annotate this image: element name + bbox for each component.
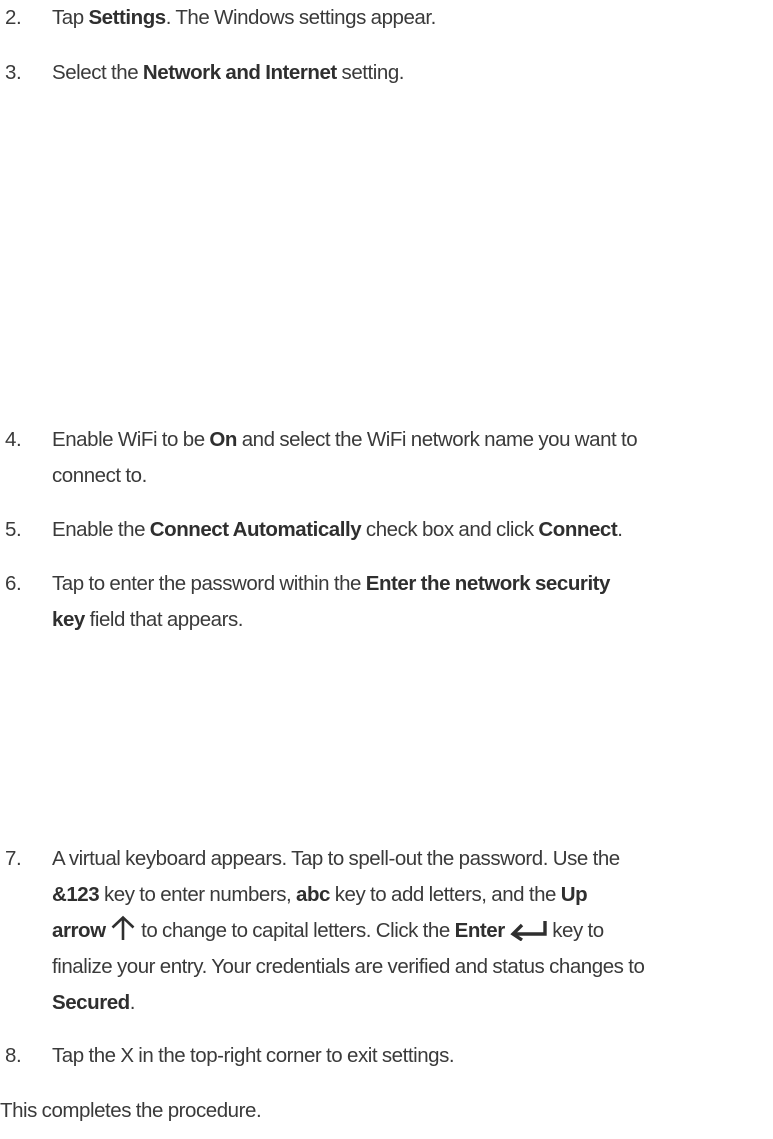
bold-term-up: Up — [560, 883, 588, 906]
bold-term-123: &123 — [52, 883, 100, 906]
step-number: 8. — [5, 1044, 22, 1067]
step-6: 6. Tap to enter the password within the … — [0, 566, 773, 638]
step-text: Tap Settings. The Windows settings appea… — [52, 0, 773, 36]
text-segment: Enable the — [52, 518, 150, 541]
up-arrow-icon — [110, 915, 136, 941]
step-8: 8. Tap the X in the top-right corner to … — [0, 1038, 773, 1074]
step-number: 6. — [5, 572, 22, 595]
bold-term-network-and-internet: Network and Internet — [142, 61, 337, 84]
text-segment: Tap — [52, 6, 89, 29]
text-line: arrow to change to capital letters. Clic… — [52, 913, 773, 949]
text-segment: to change to capital letters. Click the — [136, 919, 455, 942]
text-line: A virtual keyboard appears. Tap to spell… — [52, 847, 620, 870]
step-text: Select the Network and Internet setting. — [52, 55, 773, 91]
enter-key-icon — [509, 919, 548, 941]
step-7: 7. A virtual keyboard appears. Tap to sp… — [0, 841, 773, 1021]
text-line: Secured. — [52, 985, 773, 1021]
text-segment: . — [129, 991, 136, 1014]
step-number: 2. — [5, 6, 22, 29]
procedure-page: 2. Tap Settings. The Windows settings ap… — [0, 0, 773, 1139]
step-number: 5. — [5, 518, 22, 541]
step-5: 5. Enable the Connect Automatically chec… — [0, 512, 773, 548]
text-segment: Tap the X in the top-right corner to exi… — [52, 1044, 455, 1067]
bold-term-enter: Enter — [454, 919, 506, 942]
step-number: 4. — [5, 428, 22, 451]
text-segment: and select the WiFi network name you wan… — [236, 428, 638, 451]
bold-term-key: key — [52, 608, 85, 631]
text-line: finalize your entry. Your credentials ar… — [52, 955, 645, 978]
step-text: Enable the Connect Automatically check b… — [52, 512, 773, 548]
step-text: Enable WiFi to be On and select the WiFi… — [52, 422, 773, 494]
step-text: Tap to enter the password within the Ent… — [52, 566, 773, 638]
bold-term-on: On — [209, 428, 237, 451]
text-segment: check box and click — [361, 518, 539, 541]
step-4: 4. Enable WiFi to be On and select the W… — [0, 422, 773, 494]
step-text: A virtual keyboard appears. Tap to spell… — [52, 841, 773, 1021]
text-segment: setting. — [336, 61, 405, 84]
step-3: 3. Select the Network and Internet setti… — [0, 55, 773, 91]
bold-term-arrow: arrow — [52, 919, 106, 942]
text-segment: key to — [547, 919, 604, 942]
text-segment: Enable WiFi to be — [52, 428, 210, 451]
text-segment: . — [617, 518, 623, 541]
step-2: 2. Tap Settings. The Windows settings ap… — [0, 0, 773, 36]
bold-term-connect: Connect — [538, 518, 618, 541]
text-segment: key to add letters, and the — [330, 883, 561, 906]
text-segment: . The Windows settings appear. — [165, 6, 437, 29]
step-text: Tap the X in the top-right corner to exi… — [52, 1038, 773, 1074]
text-line: &123 key to enter numbers, abc key to ad… — [52, 877, 773, 913]
text-line: key field that appears. — [52, 602, 773, 638]
text-line: Tap to enter the password within the Ent… — [52, 566, 773, 602]
text-segment: key to enter numbers, — [99, 883, 297, 906]
text-line: Enable WiFi to be On and select the WiFi… — [52, 422, 773, 458]
bold-term-settings: Settings — [88, 6, 166, 29]
bold-term-secured: Secured — [52, 991, 130, 1014]
text-line: connect to. — [52, 464, 147, 487]
text-segment: Tap to enter the password within the — [52, 572, 366, 595]
closing-statement: This completes the procedure. — [0, 1099, 262, 1122]
text-segment: Select the — [52, 61, 143, 84]
step-number: 7. — [5, 847, 22, 870]
step-number: 3. — [5, 61, 22, 84]
text-segment: field that appears. — [84, 608, 244, 631]
bold-term-enter-network-security: Enter the network security — [365, 572, 611, 595]
bold-term-connect-automatically: Connect Automatically — [149, 518, 362, 541]
bold-term-abc: abc — [296, 883, 331, 906]
